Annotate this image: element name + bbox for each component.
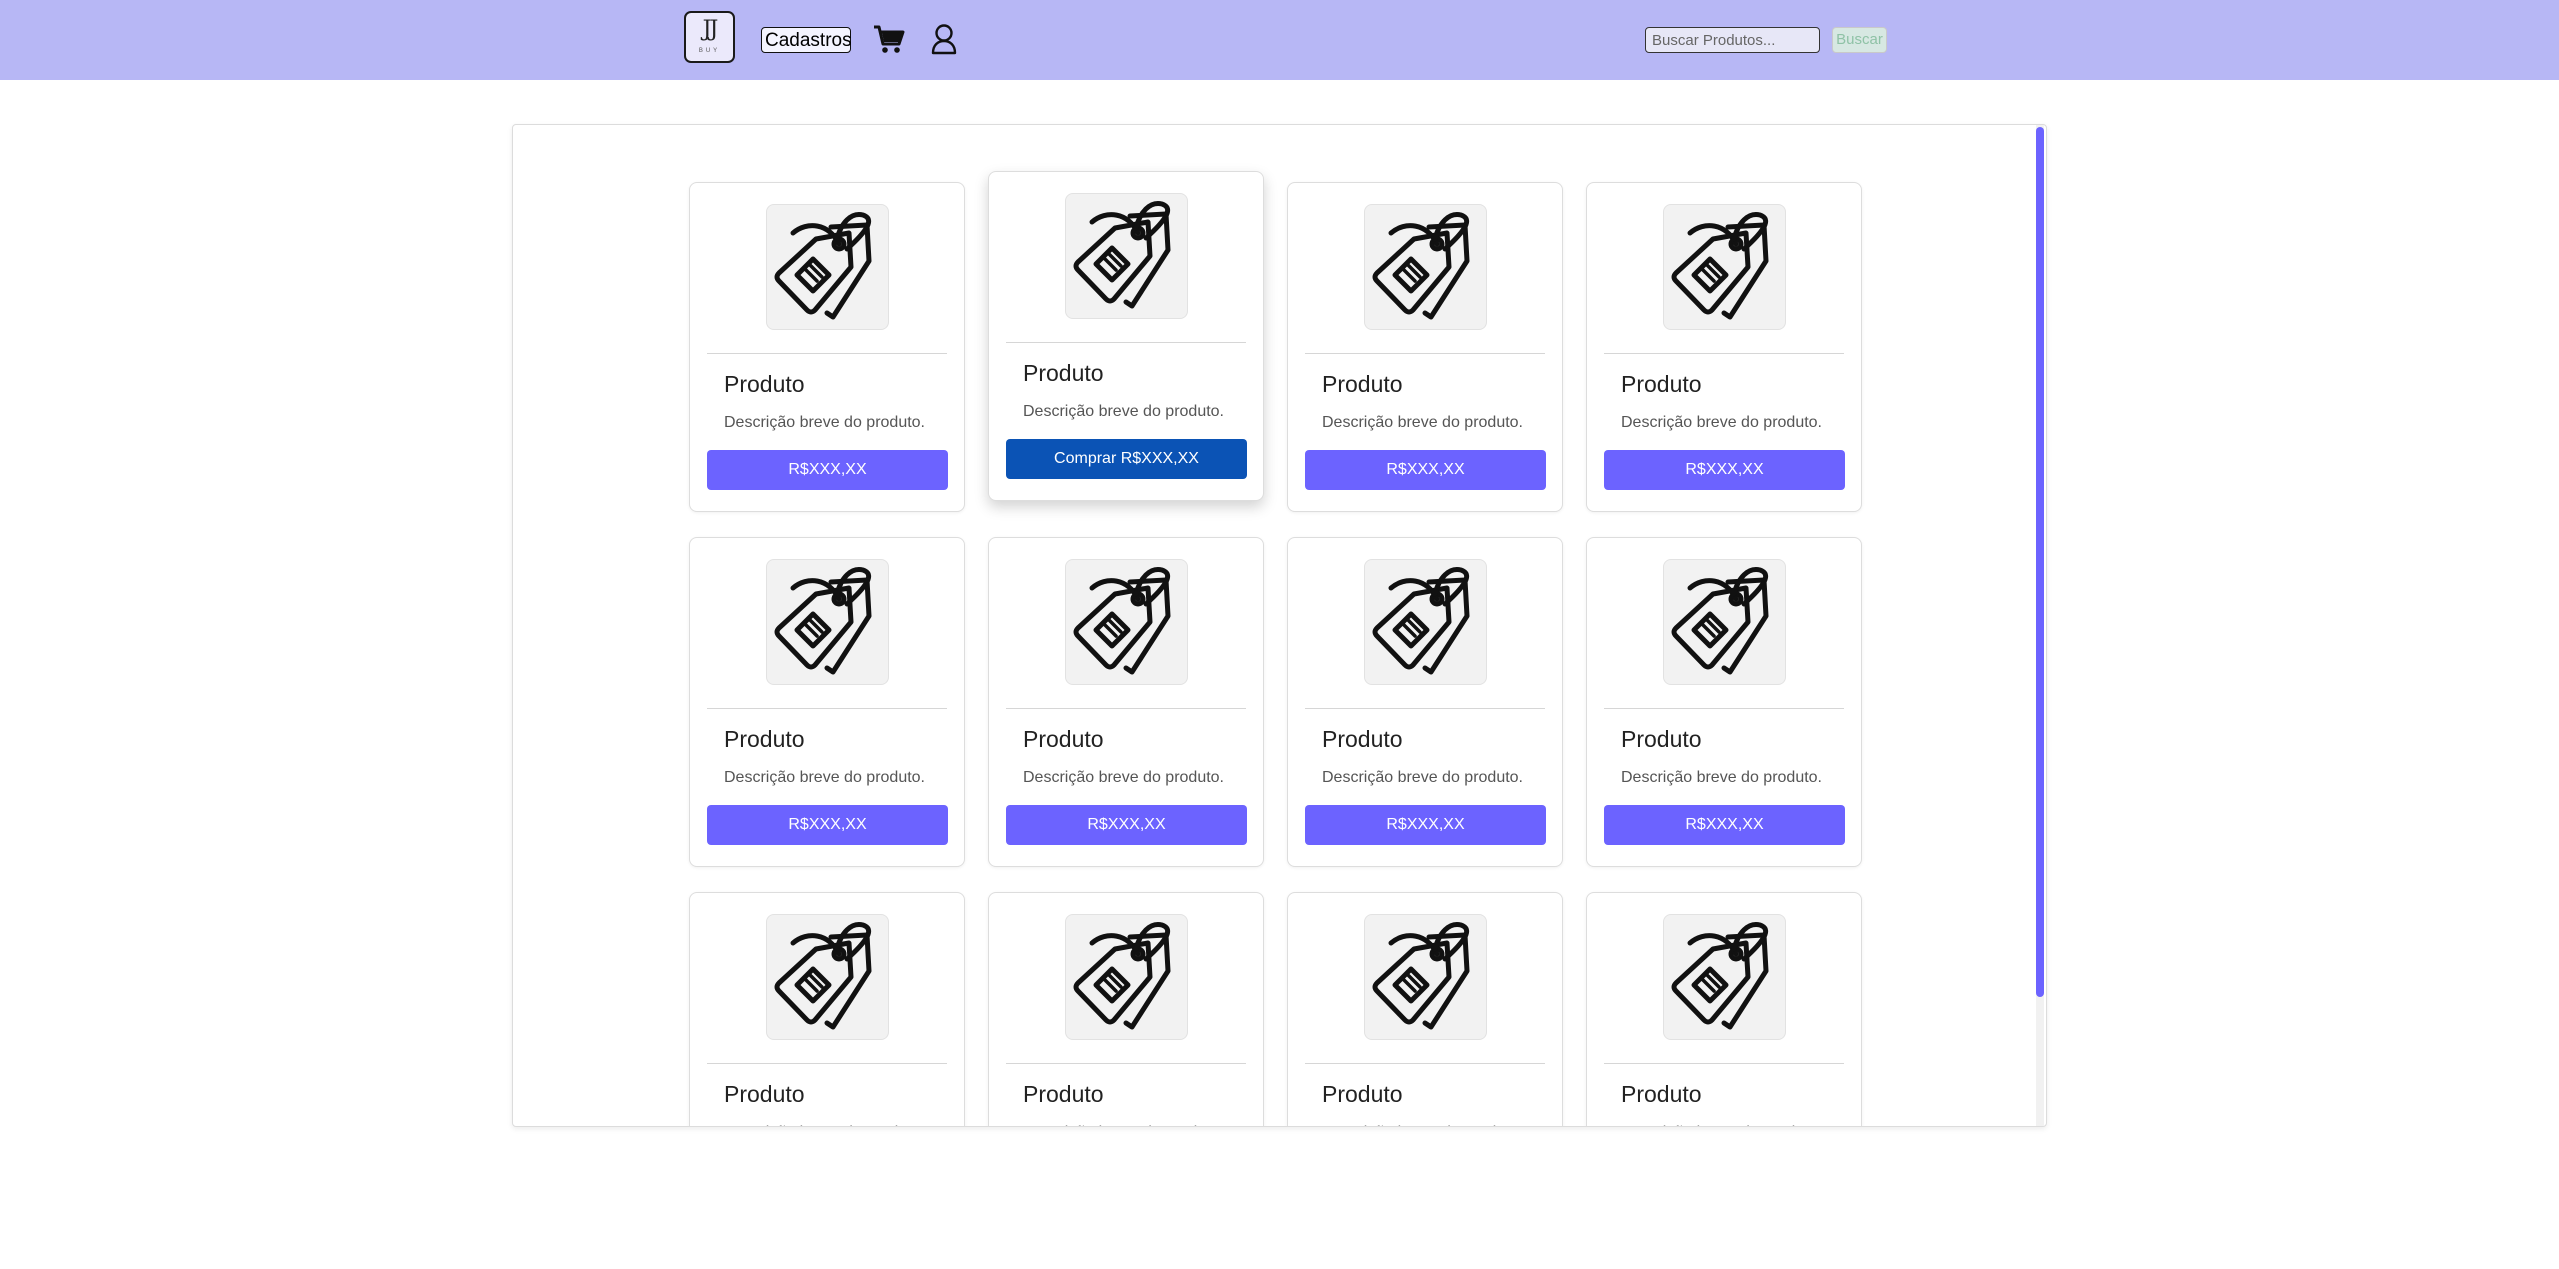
- product-name: Produto: [1621, 371, 1702, 397]
- buy-button[interactable]: R$XXX,XX: [1305, 805, 1546, 845]
- product-image: [1364, 204, 1487, 330]
- product-description: Descrição breve do produto.: [1322, 1124, 1523, 1126]
- product-description: Descrição breve do produto.: [1621, 1124, 1822, 1126]
- cadastros-button[interactable]: Cadastros: [761, 27, 852, 53]
- product-name: Produto: [1023, 360, 1104, 386]
- user-icon[interactable]: [930, 23, 958, 55]
- search-input[interactable]: [1645, 27, 1820, 53]
- product-description: Descrição breve do produto.: [1621, 769, 1822, 786]
- product-image: [1663, 204, 1786, 330]
- card-divider: [707, 353, 947, 354]
- product-description: Descrição breve do produto.: [1322, 414, 1523, 431]
- card-divider: [1604, 353, 1844, 354]
- card-divider: [1305, 353, 1545, 354]
- product-card[interactable]: Produto Descrição breve do produto. R$XXX,…: [1287, 182, 1563, 512]
- price-tag-icon: [1372, 922, 1470, 1030]
- buy-button[interactable]: R$XXX,XX: [707, 805, 948, 845]
- product-card[interactable]: ProdutoDescrição breve do produto.R$XXX,…: [689, 892, 965, 1126]
- product-description: Descrição breve do produto.: [1023, 1124, 1224, 1126]
- card-divider: [1604, 708, 1844, 709]
- cart-icon[interactable]: [873, 24, 905, 54]
- logo-mark: JJ: [702, 17, 719, 42]
- card-divider: [1305, 1063, 1545, 1064]
- product-name: Produto: [724, 371, 805, 397]
- product-description: Descrição breve do produto.: [1023, 769, 1224, 786]
- price-tag-icon: [1073, 922, 1171, 1030]
- buy-button[interactable]: R$XXX,XX: [1604, 805, 1845, 845]
- buy-button[interactable]: R$XXX,XX: [1305, 450, 1546, 490]
- price-tag-icon: [1372, 567, 1470, 675]
- product-card[interactable]: Produto Descrição breve do produto. R$XXX,…: [689, 537, 965, 867]
- buy-button[interactable]: R$XXX,XX: [707, 450, 948, 490]
- card-divider: [1006, 1063, 1246, 1064]
- buy-button[interactable]: R$XXX,XX: [1006, 805, 1247, 845]
- product-name: Produto: [1322, 1081, 1403, 1107]
- product-image: [766, 204, 889, 330]
- top-navbar: JJ BUY Cadastros Buscar: [0, 0, 2559, 80]
- product-name: Produto: [1621, 726, 1702, 752]
- product-card[interactable]: ProdutoDescrição breve do produto.R$XXX,…: [988, 892, 1264, 1126]
- logo-subtext: BUY: [698, 48, 721, 54]
- product-name: Produto: [1621, 1081, 1702, 1107]
- card-divider: [707, 1063, 947, 1064]
- product-card[interactable]: Produto Descrição breve do produto. R$XXX,…: [1586, 182, 1862, 512]
- product-image: [1065, 914, 1188, 1040]
- product-name: Produto: [1023, 1081, 1104, 1107]
- price-tag-icon: [1671, 922, 1769, 1030]
- product-name: Produto: [724, 726, 805, 752]
- product-card[interactable]: Produto Descrição breve do produto. R$XXX,…: [1586, 537, 1862, 867]
- product-card[interactable]: ProdutoDescrição breve do produto.R$XXX,…: [1287, 892, 1563, 1126]
- price-tag-icon: [1372, 212, 1470, 320]
- price-tag-icon: [1073, 201, 1171, 309]
- product-card[interactable]: Produto Descrição breve do produto. Compra…: [988, 171, 1264, 501]
- price-tag-icon: [774, 922, 872, 1030]
- product-image: [1065, 559, 1188, 685]
- price-tag-icon: [774, 567, 872, 675]
- product-card[interactable]: Produto Descrição breve do produto. R$XXX,…: [1287, 537, 1563, 867]
- card-divider: [1305, 708, 1545, 709]
- price-tag-icon: [1671, 567, 1769, 675]
- scrollbar-thumb[interactable]: [2036, 127, 2044, 997]
- search-button[interactable]: Buscar: [1832, 27, 1887, 53]
- product-name: Produto: [1023, 726, 1104, 752]
- product-name: Produto: [1322, 726, 1403, 752]
- product-description: Descrição breve do produto.: [724, 769, 925, 786]
- price-tag-icon: [774, 212, 872, 320]
- product-description: Descrição breve do produto.: [1023, 403, 1224, 420]
- brand-logo[interactable]: JJ BUY: [684, 11, 735, 63]
- product-description: Descrição breve do produto.: [724, 414, 925, 431]
- card-divider: [1006, 342, 1246, 343]
- buy-button[interactable]: Comprar R$XXX,XX: [1006, 439, 1247, 479]
- product-name: Produto: [724, 1081, 805, 1107]
- price-tag-icon: [1671, 212, 1769, 320]
- product-card[interactable]: Produto Descrição breve do produto. R$XXX,…: [988, 537, 1264, 867]
- card-divider: [1604, 1063, 1844, 1064]
- product-image: [766, 914, 889, 1040]
- product-card[interactable]: Produto Descrição breve do produto. R$XXX,…: [689, 182, 965, 512]
- product-panel: Produto Descrição breve do produto. R$XXX,…: [512, 124, 2047, 1127]
- product-image: [1364, 559, 1487, 685]
- product-card[interactable]: ProdutoDescrição breve do produto.R$XXX,…: [1586, 892, 1862, 1126]
- buy-button[interactable]: R$XXX,XX: [1604, 450, 1845, 490]
- product-description: Descrição breve do produto.: [1621, 414, 1822, 431]
- product-description: Descrição breve do produto.: [724, 1124, 925, 1126]
- product-image: [1364, 914, 1487, 1040]
- card-divider: [707, 708, 947, 709]
- price-tag-icon: [1073, 567, 1171, 675]
- product-image: [1065, 193, 1188, 319]
- product-image: [1663, 914, 1786, 1040]
- product-image: [766, 559, 889, 685]
- product-image: [1663, 559, 1786, 685]
- product-name: Produto: [1322, 371, 1403, 397]
- product-description: Descrição breve do produto.: [1322, 769, 1523, 786]
- card-divider: [1006, 708, 1246, 709]
